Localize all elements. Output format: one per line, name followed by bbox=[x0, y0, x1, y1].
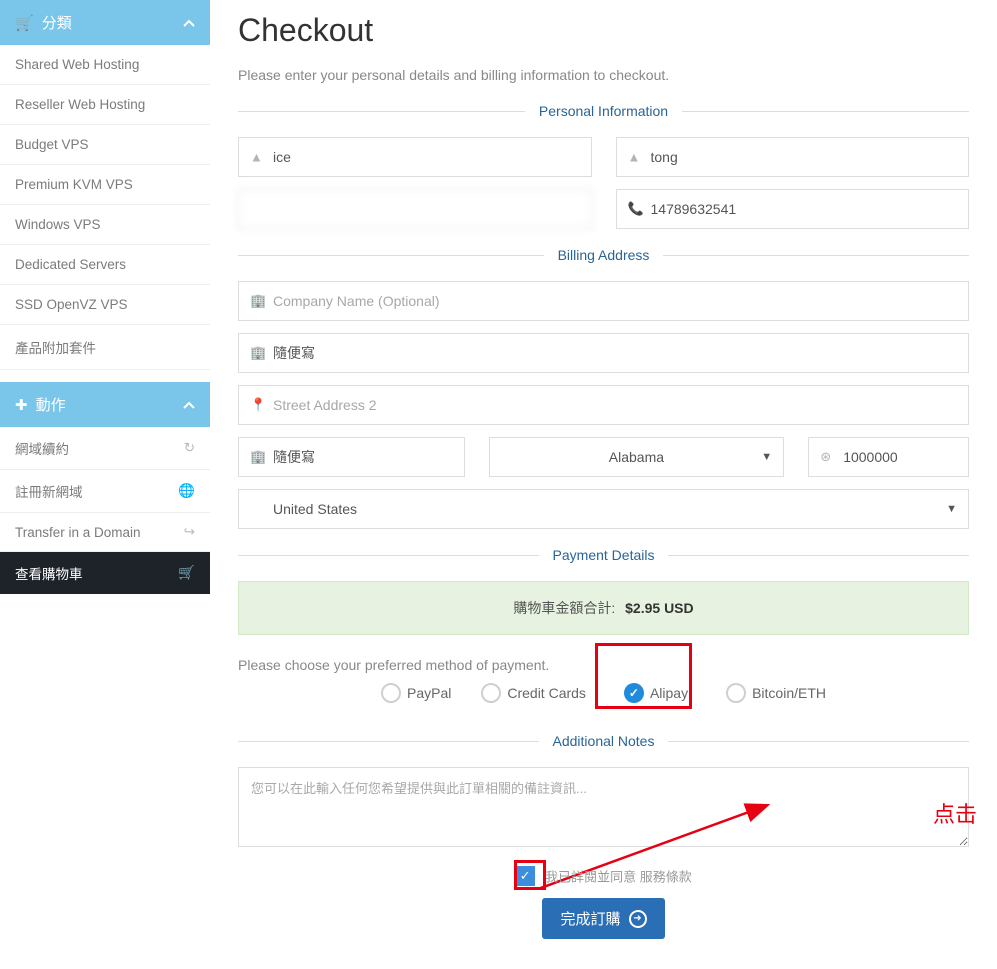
radio-unchecked-icon bbox=[481, 683, 501, 703]
building-icon: 🏢 bbox=[250, 449, 266, 465]
category-shared-hosting[interactable]: Shared Web Hosting bbox=[0, 45, 210, 85]
action-register-domain[interactable]: 註冊新網域 🌐 bbox=[0, 470, 210, 513]
action-transfer-domain[interactable]: Transfer in a Domain ↪ bbox=[0, 513, 210, 552]
phone-icon: 📞 bbox=[628, 201, 644, 217]
category-reseller-hosting[interactable]: Reseller Web Hosting bbox=[0, 85, 210, 125]
category-windows-vps[interactable]: Windows VPS bbox=[0, 205, 210, 245]
chevron-up-icon bbox=[183, 401, 195, 409]
complete-order-button[interactable]: 完成訂購 ➜ bbox=[542, 898, 664, 939]
action-view-cart[interactable]: 查看購物車 🛒 bbox=[0, 552, 210, 594]
annotation-click-label: 点击 bbox=[933, 797, 977, 829]
total-amount: $2.95 USD bbox=[625, 600, 693, 616]
tos-row: ✓ 我已詳閱並同意 服務條款 bbox=[238, 866, 969, 886]
category-budget-vps[interactable]: Budget VPS bbox=[0, 125, 210, 165]
city-input[interactable] bbox=[238, 437, 465, 477]
user-icon: ▲ bbox=[628, 150, 641, 165]
share-icon: ↪ bbox=[184, 524, 195, 540]
payment-options: PayPal Credit Cards ✓ Alipay Bitcoin/ETH bbox=[238, 679, 969, 707]
cart-total: 購物車金額合計: $2.95 USD bbox=[238, 581, 969, 635]
main-content: Checkout Please enter your personal deta… bbox=[210, 0, 997, 969]
section-payment: Payment Details bbox=[238, 547, 969, 563]
arrow-right-circle-icon: ➜ bbox=[629, 910, 647, 928]
certificate-icon: ⊛ bbox=[820, 449, 831, 465]
state-select[interactable]: Alabama bbox=[489, 437, 785, 477]
refresh-icon: ↻ bbox=[184, 440, 195, 456]
category-addons[interactable]: 產品附加套件 bbox=[0, 325, 210, 370]
last-name-input[interactable] bbox=[616, 137, 970, 177]
cart-icon: 🛒 bbox=[178, 565, 195, 581]
street1-input[interactable] bbox=[238, 333, 969, 373]
annotation-highlight-box bbox=[595, 643, 692, 709]
annotation-highlight-box bbox=[514, 860, 546, 890]
category-ssd-openvz[interactable]: SSD OpenVZ VPS bbox=[0, 285, 210, 325]
payment-credit-cards[interactable]: Credit Cards bbox=[481, 683, 586, 703]
zip-input[interactable] bbox=[808, 437, 969, 477]
map-marker-icon: 📍 bbox=[250, 397, 266, 413]
category-dedicated[interactable]: Dedicated Servers bbox=[0, 245, 210, 285]
country-select[interactable]: United States bbox=[238, 489, 969, 529]
email-input[interactable] bbox=[238, 189, 592, 229]
phone-input[interactable] bbox=[616, 189, 970, 229]
page-title: Checkout bbox=[238, 12, 969, 49]
user-icon: ▲ bbox=[250, 150, 263, 165]
chevron-up-icon bbox=[183, 19, 195, 27]
radio-unchecked-icon bbox=[381, 683, 401, 703]
section-billing: Billing Address bbox=[238, 247, 969, 263]
categories-header[interactable]: 🛒分類 bbox=[0, 0, 210, 45]
plus-icon: ✚ bbox=[15, 396, 28, 414]
section-notes: Additional Notes bbox=[238, 733, 969, 749]
page-subtitle: Please enter your personal details and b… bbox=[238, 67, 969, 83]
building-icon: 🏢 bbox=[250, 293, 266, 309]
company-input[interactable] bbox=[238, 281, 969, 321]
radio-unchecked-icon bbox=[726, 683, 746, 703]
cart-icon: 🛒 bbox=[15, 14, 34, 32]
street2-input[interactable] bbox=[238, 385, 969, 425]
tos-text: 我已詳閱並同意 服務條款 bbox=[545, 870, 692, 885]
action-renew-domain[interactable]: 網域續約 ↻ bbox=[0, 427, 210, 470]
section-personal-info: Personal Information bbox=[238, 103, 969, 119]
first-name-input[interactable] bbox=[238, 137, 592, 177]
payment-paypal[interactable]: PayPal bbox=[381, 683, 451, 703]
payment-bitcoin[interactable]: Bitcoin/ETH bbox=[726, 683, 826, 703]
building-icon: 🏢 bbox=[250, 345, 266, 361]
sidebar: 🛒分類 Shared Web Hosting Reseller Web Host… bbox=[0, 0, 210, 969]
actions-header[interactable]: ✚動作 bbox=[0, 382, 210, 427]
category-premium-kvm-vps[interactable]: Premium KVM VPS bbox=[0, 165, 210, 205]
globe-icon: 🌐 bbox=[178, 483, 195, 499]
